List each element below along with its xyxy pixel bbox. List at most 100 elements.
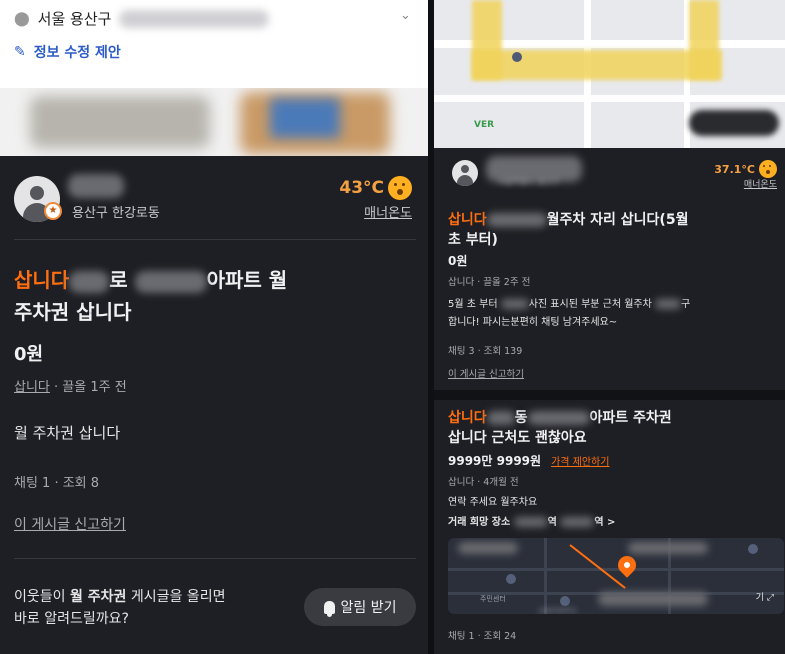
post-price: 9999만 9999원	[448, 454, 542, 468]
screenshot-root: ⬤ 서울 용산구 ⌄ ✎ 정보 수정 제안 ★ 용산구 한강로동 43°C 매너…	[0, 0, 785, 654]
title-text: 아파트 주차권	[589, 410, 672, 426]
map-label: 주민센터	[480, 595, 506, 603]
trade-place-map[interactable]: 주민센터 신용초등학교 기 ⤢	[448, 538, 784, 614]
blurred-text	[500, 299, 529, 309]
seller-profile[interactable]: ★ 용산구 한강로동 43°C 매너온도	[0, 156, 430, 240]
desc-text: 합니다! 파시는분	[448, 317, 520, 328]
edit-suggestion-link[interactable]: ✎ 정보 수정 제안	[14, 42, 121, 62]
blurred-photo	[30, 96, 210, 148]
notify-text-pre: 이웃들이	[14, 589, 70, 605]
expand-icon[interactable]: 기 ⤢	[756, 590, 774, 603]
title-prefix: 삽니다	[448, 212, 487, 228]
post-stats: 채팅 1 · 조회 24	[448, 631, 517, 642]
post-card: 삽니다 월주차 자리 삽니다(5월 초 부터) 0원 삽니다 · 끌올 2주 전 …	[434, 200, 785, 390]
category-link[interactable]: 삽니다	[14, 380, 50, 395]
notify-button[interactable]: 알림 받기	[304, 588, 416, 626]
report-link[interactable]: 이 게시글 신고하기	[14, 514, 126, 534]
trade-place-row[interactable]: 거래 희망 장소 역 역 >	[448, 514, 778, 532]
post-meta: 삽니다 · 끌올 1주 전	[14, 376, 127, 395]
manner-temperature: 43°C	[339, 176, 412, 200]
photo-strip[interactable]	[0, 88, 430, 156]
title-mid: 로	[109, 268, 128, 292]
blurred-nickname	[68, 174, 124, 198]
title-line2: 초 부터)	[448, 232, 498, 248]
post-meta: 삽니다 · 끌올 2주 전	[448, 277, 531, 288]
price-offer-link[interactable]: 가격 제안하기	[551, 457, 609, 468]
post-stats: 채팅 1 · 조회 8	[14, 476, 100, 491]
bell-icon	[323, 600, 335, 617]
blurred-text	[527, 411, 590, 425]
section-divider	[434, 390, 785, 400]
location-pin-icon: ⬤	[14, 10, 30, 27]
pencil-icon: ✎	[14, 44, 26, 60]
blurred-map-label	[628, 542, 708, 554]
post-title: 삽니다 월주차 자리 삽니다(5월 초 부터)	[448, 210, 768, 250]
map-marker-icon	[512, 52, 522, 62]
right-screen: VER 서울특별시 용산구 37.1°C 매너온도 삽니다 월주차 자리 삽니다(…	[434, 0, 785, 654]
blurred-text	[655, 299, 682, 309]
trade-place-text: 역	[547, 517, 557, 528]
blurred-text	[69, 270, 110, 293]
post-title: 삽니다 동 아파트 주차권 삽니다 근처도 괜찮아요	[448, 408, 768, 448]
keyword-notify-prompt: 이웃들이 월 주차권 게시글을 올리면 바로 알려드릴까요?	[14, 586, 225, 630]
map-street	[448, 568, 784, 571]
address-text: 서울 용산구	[37, 10, 112, 28]
avatar-head-shape	[30, 186, 44, 200]
report-link[interactable]: 이 게시글 신고하기	[448, 366, 524, 380]
seller-profile[interactable]: 서울특별시 용산구 37.1°C 매너온도	[434, 148, 785, 200]
avatar[interactable]	[452, 160, 478, 186]
manner-temperature: 37.1°C	[714, 160, 777, 178]
blurred-text	[560, 517, 595, 527]
blurred-address	[119, 9, 270, 28]
avatar-head-shape	[461, 165, 469, 173]
title-line2: 주차권 삽니다	[14, 300, 132, 324]
face-emoji-icon	[388, 176, 412, 200]
notify-keyword: 월 주차권	[69, 589, 127, 605]
title-prefix: 삽니다	[448, 410, 487, 426]
divider	[14, 239, 416, 240]
manner-temperature-link[interactable]: 매너온도	[364, 202, 412, 221]
map-label: 신용초등학교	[538, 607, 577, 614]
temperature-value: 37.1°C	[714, 162, 755, 176]
map-marker-icon	[748, 544, 758, 554]
map-marker-icon	[560, 596, 570, 606]
map-street	[544, 538, 547, 614]
avatar-body-shape	[457, 175, 473, 186]
highlight-area	[472, 50, 722, 80]
blurred-map-label	[598, 592, 708, 606]
seller-location: 용산구 한강로동	[72, 206, 160, 221]
notify-text-post: 게시글을 올리면	[126, 589, 226, 605]
post-price: 0원	[14, 344, 44, 365]
chevron-down-icon[interactable]: ⌄	[400, 8, 411, 23]
address-bar: ⬤ 서울 용산구 ⌄ ✎ 정보 수정 제안	[0, 0, 430, 88]
title-text: 동	[514, 410, 528, 426]
badge-icon: ★	[44, 202, 62, 220]
map-logo: VER	[474, 120, 495, 130]
divider	[14, 558, 416, 559]
title-line2: 삽니다 근처도 괜찮아요	[448, 430, 587, 446]
blurred-text	[486, 213, 547, 227]
blurred-photo	[270, 98, 340, 138]
post-description: 5월 초 부터 사진 표시된 부분 근처 월주차 구 합니다! 파시는분편히 채…	[448, 296, 778, 332]
blurred-text	[513, 517, 548, 527]
highlight-area	[689, 0, 719, 80]
map-street	[434, 95, 785, 102]
desc-text: 구	[681, 299, 691, 310]
trade-place-label: 거래 희망 장소	[448, 517, 511, 528]
notify-button-label: 알림 받기	[340, 600, 397, 616]
edit-suggestion-label: 정보 수정 제안	[33, 45, 121, 61]
post-price-row: 9999만 9999원 가격 제안하기	[448, 452, 609, 469]
address-row[interactable]: ⬤ 서울 용산구 ⌄	[14, 8, 411, 29]
desc-text: 5월 초 부터	[448, 299, 498, 310]
title-rest: 월주차 자리 삽니다(5월	[546, 212, 689, 228]
face-emoji-icon	[759, 160, 777, 178]
location-pin-icon	[614, 552, 640, 578]
location-map[interactable]: VER	[434, 0, 785, 148]
post-stats: 채팅 3 · 조회 139	[448, 346, 523, 357]
map-marker-icon	[506, 574, 516, 584]
manner-temperature-link[interactable]: 매너온도	[744, 177, 777, 190]
blurred-map-label	[458, 542, 518, 554]
desc-text: 편히 채팅 남겨주세요~	[519, 317, 618, 328]
post-description: 연락 주세요 월주차요	[448, 497, 538, 508]
post-meta: 삽니다 · 4개월 전	[448, 477, 519, 488]
